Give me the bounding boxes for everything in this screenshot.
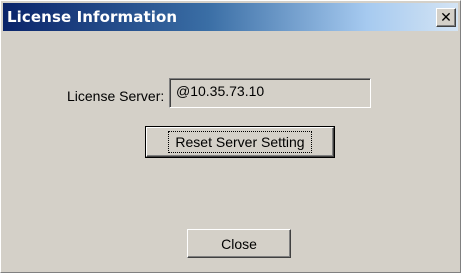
reset-server-setting-label: Reset Server Setting bbox=[168, 131, 312, 153]
reset-server-setting-button[interactable]: Reset Server Setting bbox=[145, 126, 335, 158]
close-icon: ✕ bbox=[440, 9, 452, 26]
window-title: License Information bbox=[7, 8, 178, 26]
license-server-label: License Server: bbox=[67, 88, 165, 104]
close-button-label: Close bbox=[221, 235, 257, 252]
close-button[interactable]: Close bbox=[187, 229, 291, 258]
license-server-field: @10.35.73.10 bbox=[169, 78, 371, 108]
close-window-button[interactable]: ✕ bbox=[436, 8, 456, 27]
license-information-dialog: License Information ✕ License Server: @1… bbox=[0, 0, 461, 273]
title-bar[interactable]: License Information ✕ bbox=[3, 3, 458, 31]
